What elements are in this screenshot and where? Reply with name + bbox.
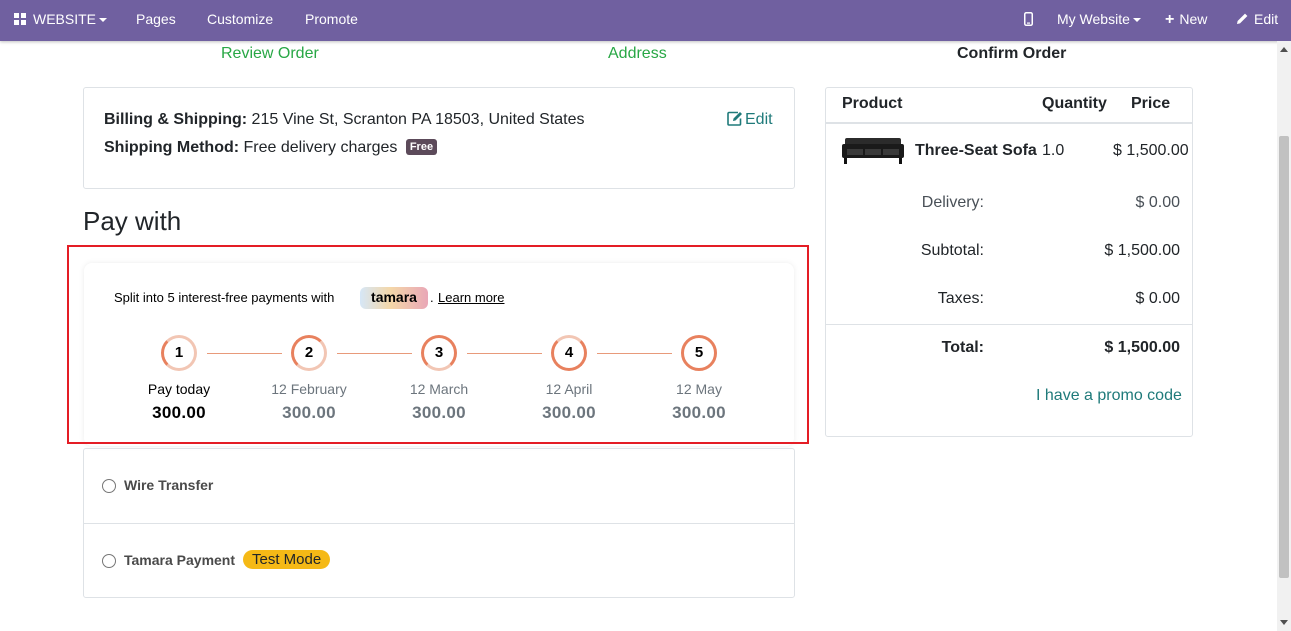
period: . [430, 290, 434, 305]
tamara-logo: tamara [360, 287, 428, 309]
installment-connector [337, 353, 412, 354]
wire-transfer-label[interactable]: Wire Transfer [124, 477, 213, 493]
installment-5-circle: 5 [681, 335, 717, 371]
quantity-column-header: Quantity [1042, 95, 1107, 112]
edit-square-icon [727, 111, 742, 126]
scrollbar-thumb[interactable] [1279, 136, 1289, 578]
wire-transfer-radio[interactable] [102, 479, 116, 493]
sofa-product-image [842, 138, 904, 164]
free-badge: Free [405, 139, 438, 155]
shipping-method: Free delivery charges [243, 139, 398, 156]
installment-2-circle: 2 [291, 335, 327, 371]
shipping-method-line: Shipping Method: Free delivery charges F… [104, 139, 438, 157]
method-divider [84, 523, 794, 524]
installment-5-date: 12 May [676, 381, 722, 397]
split-payments-text: Split into 5 interest-free payments with [114, 290, 335, 305]
taxes-label: Taxes: [937, 290, 984, 307]
installment-4-circle: 4 [551, 335, 587, 371]
installment-connector [597, 353, 672, 354]
pencil-icon [1237, 13, 1248, 24]
installment-4-amount: 300.00 [542, 403, 596, 422]
product-quantity: 1.0 [1042, 142, 1065, 159]
edit-label: Edit [1254, 11, 1279, 27]
installment-1-circle: 1 [161, 335, 197, 371]
installment-2-date: 12 February [271, 381, 347, 397]
step-address[interactable]: Address [608, 45, 667, 63]
billing-address: 215 Vine St, Scranton PA 18503, United S… [251, 111, 585, 128]
step-confirm-order: Confirm Order [957, 45, 1067, 62]
caret-down-icon [99, 18, 108, 23]
delivery-label: Delivery: [921, 194, 984, 211]
summary-header-divider [826, 122, 1192, 124]
installment-1-date: Pay today [147, 381, 211, 397]
promo-code-link[interactable]: I have a promo code [1036, 387, 1182, 405]
billing-address-line: Billing & Shipping: 215 Vine St, Scranto… [104, 111, 585, 129]
tamara-payment-radio[interactable] [102, 554, 116, 568]
installment-3-circle: 3 [421, 335, 457, 371]
step-review-order[interactable]: Review Order [221, 45, 319, 63]
learn-more-link[interactable]: Learn more [438, 290, 504, 305]
promote-menu[interactable]: Promote [305, 0, 358, 38]
edit-address-link[interactable]: Edit [727, 111, 773, 129]
new-label: New [1179, 11, 1208, 27]
taxes-value: $ 0.00 [1135, 290, 1180, 307]
shipping-label: Shipping Method: [104, 139, 240, 156]
total-label: Total: [941, 339, 984, 356]
installment-connector [207, 353, 282, 354]
edit-button[interactable]: Edit [1236, 0, 1278, 38]
website-menu-label: WEBSITE [33, 11, 97, 27]
installment-5-amount: 300.00 [672, 403, 726, 422]
price-column-header: Price [1131, 95, 1171, 112]
installment-4-date: 12 April [545, 381, 593, 397]
top-navbar: WEBSITE Pages Customize Promote My Websi… [0, 0, 1291, 41]
my-website-label: My Website [1057, 11, 1130, 27]
pages-menu[interactable]: Pages [136, 0, 176, 38]
installment-1-amount: 300.00 [152, 403, 206, 422]
mobile-phone-icon [1024, 12, 1033, 26]
billing-label: Billing & Shipping: [104, 111, 248, 128]
pay-with-title: Pay with [83, 206, 182, 236]
product-price: $ 1,500.00 [1113, 142, 1189, 159]
customize-menu[interactable]: Customize [207, 0, 273, 38]
plus-icon: + [1165, 11, 1175, 28]
billing-shipping-card: Billing & Shipping: 215 Vine St, Scranto… [83, 87, 795, 189]
apps-grid-icon [14, 13, 26, 25]
installment-3-amount: 300.00 [412, 403, 466, 422]
caret-down-icon [1132, 18, 1141, 23]
installment-2-amount: 300.00 [282, 403, 336, 422]
installment-connector [467, 353, 542, 354]
product-column-header: Product [842, 95, 903, 112]
delivery-value: $ 0.00 [1135, 194, 1180, 211]
installment-3-date: 12 March [409, 381, 469, 397]
subtotal-label: Subtotal: [920, 242, 984, 259]
total-value: $ 1,500.00 [1104, 339, 1180, 356]
scroll-down-arrow-icon[interactable] [1280, 620, 1288, 625]
test-mode-badge: Test Mode [243, 550, 331, 569]
summary-total-divider [826, 324, 1192, 325]
scroll-up-arrow-icon[interactable] [1280, 47, 1288, 52]
tamara-payment-label[interactable]: Tamara Payment [124, 552, 235, 568]
edit-label: Edit [745, 111, 773, 128]
product-name[interactable]: Three-Seat Sofa [915, 142, 1037, 160]
new-button[interactable]: + New [1165, 0, 1207, 38]
subtotal-value: $ 1,500.00 [1104, 242, 1180, 259]
my-website-menu[interactable]: My Website [1057, 0, 1141, 38]
website-menu[interactable]: WEBSITE [14, 0, 108, 38]
mobile-preview-button[interactable] [1024, 0, 1033, 38]
